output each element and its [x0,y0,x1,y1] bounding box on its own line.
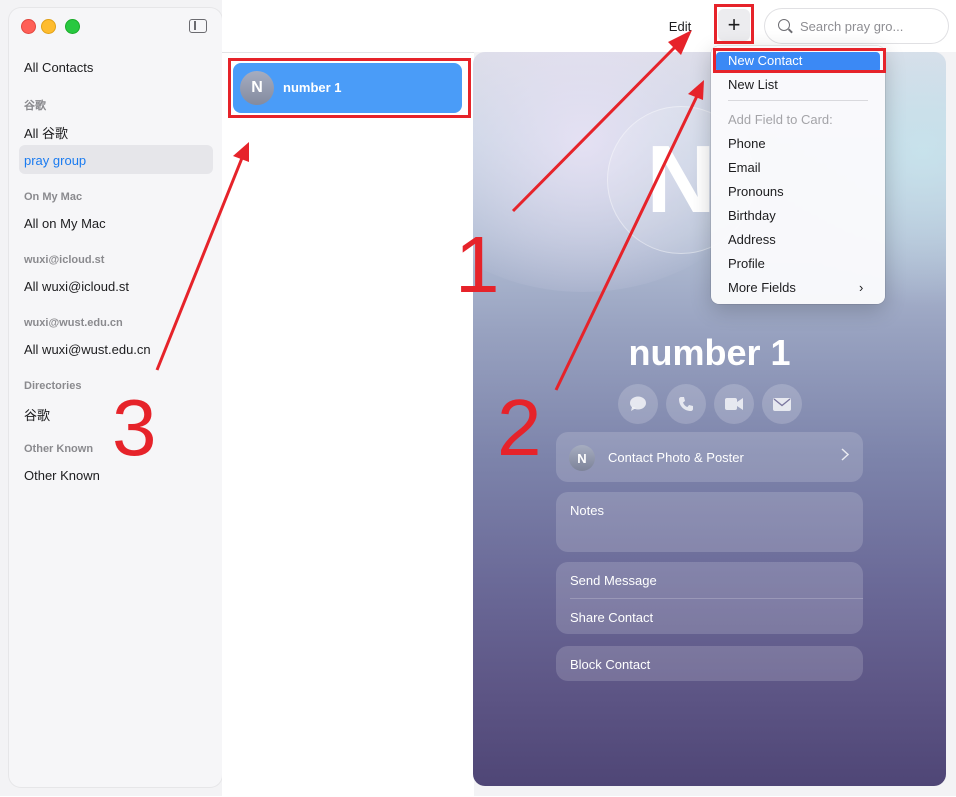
annotation-label-3: 3 [112,383,157,472]
annotation-label-1: 1 [455,220,500,309]
annotation-label-2: 2 [497,383,542,472]
contacts-window: All Contacts 谷歌 All 谷歌 pray group On My … [0,0,956,797]
